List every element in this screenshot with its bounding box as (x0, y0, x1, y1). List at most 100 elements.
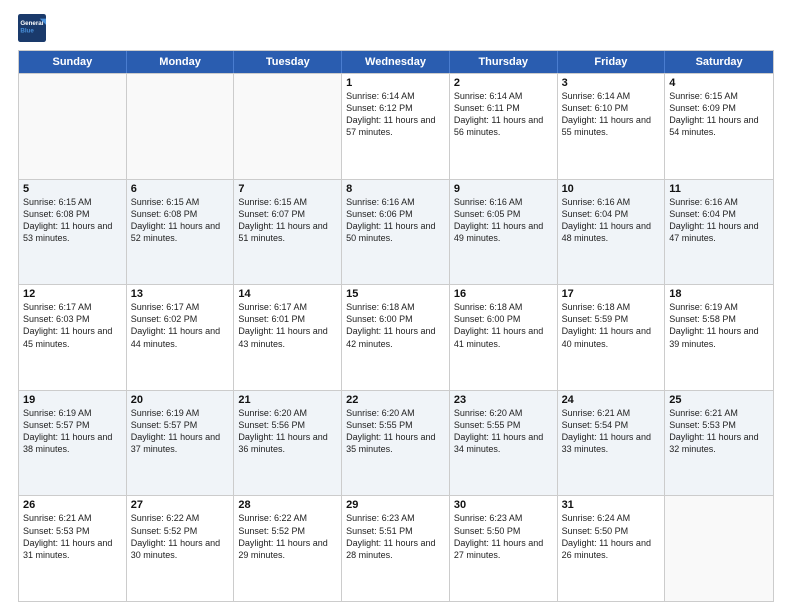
calendar-cell-4: 4Sunrise: 6:15 AM Sunset: 6:09 PM Daylig… (665, 74, 773, 179)
calendar-cell-12: 12Sunrise: 6:17 AM Sunset: 6:03 PM Dayli… (19, 285, 127, 390)
day-info: Sunrise: 6:17 AM Sunset: 6:01 PM Dayligh… (238, 301, 337, 350)
calendar-cell-29: 29Sunrise: 6:23 AM Sunset: 5:51 PM Dayli… (342, 496, 450, 601)
day-number: 20 (131, 394, 230, 406)
day-number: 12 (23, 288, 122, 300)
page: General Blue SundayMondayTuesdayWednesda… (0, 0, 792, 612)
day-info: Sunrise: 6:17 AM Sunset: 6:03 PM Dayligh… (23, 301, 122, 350)
day-number: 17 (562, 288, 661, 300)
day-number: 21 (238, 394, 337, 406)
day-number: 18 (669, 288, 769, 300)
calendar-cell-23: 23Sunrise: 6:20 AM Sunset: 5:55 PM Dayli… (450, 391, 558, 496)
calendar-cell-1: 1Sunrise: 6:14 AM Sunset: 6:12 PM Daylig… (342, 74, 450, 179)
calendar-cell-25: 25Sunrise: 6:21 AM Sunset: 5:53 PM Dayli… (665, 391, 773, 496)
day-number: 3 (562, 77, 661, 89)
svg-text:General: General (20, 20, 43, 27)
day-number: 26 (23, 499, 122, 511)
logo: General Blue (18, 14, 49, 42)
day-header-thursday: Thursday (450, 51, 558, 73)
day-number: 29 (346, 499, 445, 511)
day-info: Sunrise: 6:20 AM Sunset: 5:55 PM Dayligh… (346, 407, 445, 456)
day-info: Sunrise: 6:18 AM Sunset: 6:00 PM Dayligh… (346, 301, 445, 350)
day-info: Sunrise: 6:23 AM Sunset: 5:51 PM Dayligh… (346, 512, 445, 561)
calendar-cell-8: 8Sunrise: 6:16 AM Sunset: 6:06 PM Daylig… (342, 180, 450, 285)
day-info: Sunrise: 6:14 AM Sunset: 6:12 PM Dayligh… (346, 90, 445, 139)
svg-text:Blue: Blue (20, 28, 34, 35)
day-number: 16 (454, 288, 553, 300)
day-number: 5 (23, 183, 122, 195)
calendar-cell-19: 19Sunrise: 6:19 AM Sunset: 5:57 PM Dayli… (19, 391, 127, 496)
calendar-cell-20: 20Sunrise: 6:19 AM Sunset: 5:57 PM Dayli… (127, 391, 235, 496)
calendar-cell-empty-0-1 (127, 74, 235, 179)
header: General Blue (18, 14, 774, 42)
calendar-cell-empty-0-0 (19, 74, 127, 179)
day-info: Sunrise: 6:21 AM Sunset: 5:54 PM Dayligh… (562, 407, 661, 456)
day-info: Sunrise: 6:16 AM Sunset: 6:04 PM Dayligh… (669, 196, 769, 245)
calendar-header: SundayMondayTuesdayWednesdayThursdayFrid… (19, 51, 773, 73)
calendar-cell-2: 2Sunrise: 6:14 AM Sunset: 6:11 PM Daylig… (450, 74, 558, 179)
day-number: 10 (562, 183, 661, 195)
day-info: Sunrise: 6:15 AM Sunset: 6:08 PM Dayligh… (23, 196, 122, 245)
calendar-cell-31: 31Sunrise: 6:24 AM Sunset: 5:50 PM Dayli… (558, 496, 666, 601)
day-number: 8 (346, 183, 445, 195)
day-number: 25 (669, 394, 769, 406)
day-info: Sunrise: 6:18 AM Sunset: 5:59 PM Dayligh… (562, 301, 661, 350)
day-number: 6 (131, 183, 230, 195)
day-info: Sunrise: 6:15 AM Sunset: 6:09 PM Dayligh… (669, 90, 769, 139)
day-number: 9 (454, 183, 553, 195)
day-number: 4 (669, 77, 769, 89)
day-header-wednesday: Wednesday (342, 51, 450, 73)
calendar-cell-9: 9Sunrise: 6:16 AM Sunset: 6:05 PM Daylig… (450, 180, 558, 285)
day-info: Sunrise: 6:16 AM Sunset: 6:05 PM Dayligh… (454, 196, 553, 245)
day-number: 31 (562, 499, 661, 511)
calendar-cell-empty-4-6 (665, 496, 773, 601)
day-number: 28 (238, 499, 337, 511)
day-info: Sunrise: 6:22 AM Sunset: 5:52 PM Dayligh… (238, 512, 337, 561)
calendar-cell-6: 6Sunrise: 6:15 AM Sunset: 6:08 PM Daylig… (127, 180, 235, 285)
day-info: Sunrise: 6:15 AM Sunset: 6:08 PM Dayligh… (131, 196, 230, 245)
day-info: Sunrise: 6:21 AM Sunset: 5:53 PM Dayligh… (23, 512, 122, 561)
calendar-row-0: 1Sunrise: 6:14 AM Sunset: 6:12 PM Daylig… (19, 73, 773, 179)
calendar-row-2: 12Sunrise: 6:17 AM Sunset: 6:03 PM Dayli… (19, 284, 773, 390)
calendar-cell-7: 7Sunrise: 6:15 AM Sunset: 6:07 PM Daylig… (234, 180, 342, 285)
day-header-friday: Friday (558, 51, 666, 73)
calendar-cell-21: 21Sunrise: 6:20 AM Sunset: 5:56 PM Dayli… (234, 391, 342, 496)
calendar-cell-16: 16Sunrise: 6:18 AM Sunset: 6:00 PM Dayli… (450, 285, 558, 390)
day-number: 27 (131, 499, 230, 511)
calendar-cell-22: 22Sunrise: 6:20 AM Sunset: 5:55 PM Dayli… (342, 391, 450, 496)
day-info: Sunrise: 6:14 AM Sunset: 6:10 PM Dayligh… (562, 90, 661, 139)
calendar-cell-14: 14Sunrise: 6:17 AM Sunset: 6:01 PM Dayli… (234, 285, 342, 390)
calendar-cell-27: 27Sunrise: 6:22 AM Sunset: 5:52 PM Dayli… (127, 496, 235, 601)
day-info: Sunrise: 6:19 AM Sunset: 5:57 PM Dayligh… (23, 407, 122, 456)
day-number: 30 (454, 499, 553, 511)
calendar-cell-18: 18Sunrise: 6:19 AM Sunset: 5:58 PM Dayli… (665, 285, 773, 390)
calendar-row-4: 26Sunrise: 6:21 AM Sunset: 5:53 PM Dayli… (19, 495, 773, 601)
day-number: 15 (346, 288, 445, 300)
day-info: Sunrise: 6:23 AM Sunset: 5:50 PM Dayligh… (454, 512, 553, 561)
day-info: Sunrise: 6:16 AM Sunset: 6:04 PM Dayligh… (562, 196, 661, 245)
day-info: Sunrise: 6:20 AM Sunset: 5:56 PM Dayligh… (238, 407, 337, 456)
calendar-cell-3: 3Sunrise: 6:14 AM Sunset: 6:10 PM Daylig… (558, 74, 666, 179)
day-info: Sunrise: 6:15 AM Sunset: 6:07 PM Dayligh… (238, 196, 337, 245)
day-info: Sunrise: 6:19 AM Sunset: 5:57 PM Dayligh… (131, 407, 230, 456)
day-header-sunday: Sunday (19, 51, 127, 73)
day-number: 22 (346, 394, 445, 406)
day-number: 19 (23, 394, 122, 406)
day-number: 2 (454, 77, 553, 89)
day-info: Sunrise: 6:19 AM Sunset: 5:58 PM Dayligh… (669, 301, 769, 350)
calendar-cell-15: 15Sunrise: 6:18 AM Sunset: 6:00 PM Dayli… (342, 285, 450, 390)
calendar-row-1: 5Sunrise: 6:15 AM Sunset: 6:08 PM Daylig… (19, 179, 773, 285)
calendar-cell-26: 26Sunrise: 6:21 AM Sunset: 5:53 PM Dayli… (19, 496, 127, 601)
day-header-tuesday: Tuesday (234, 51, 342, 73)
day-info: Sunrise: 6:24 AM Sunset: 5:50 PM Dayligh… (562, 512, 661, 561)
day-number: 23 (454, 394, 553, 406)
calendar-row-3: 19Sunrise: 6:19 AM Sunset: 5:57 PM Dayli… (19, 390, 773, 496)
day-number: 14 (238, 288, 337, 300)
day-info: Sunrise: 6:22 AM Sunset: 5:52 PM Dayligh… (131, 512, 230, 561)
calendar-cell-24: 24Sunrise: 6:21 AM Sunset: 5:54 PM Dayli… (558, 391, 666, 496)
calendar-body: 1Sunrise: 6:14 AM Sunset: 6:12 PM Daylig… (19, 73, 773, 601)
calendar: SundayMondayTuesdayWednesdayThursdayFrid… (18, 50, 774, 602)
day-info: Sunrise: 6:20 AM Sunset: 5:55 PM Dayligh… (454, 407, 553, 456)
logo-icon: General Blue (18, 14, 46, 42)
day-info: Sunrise: 6:21 AM Sunset: 5:53 PM Dayligh… (669, 407, 769, 456)
day-info: Sunrise: 6:17 AM Sunset: 6:02 PM Dayligh… (131, 301, 230, 350)
